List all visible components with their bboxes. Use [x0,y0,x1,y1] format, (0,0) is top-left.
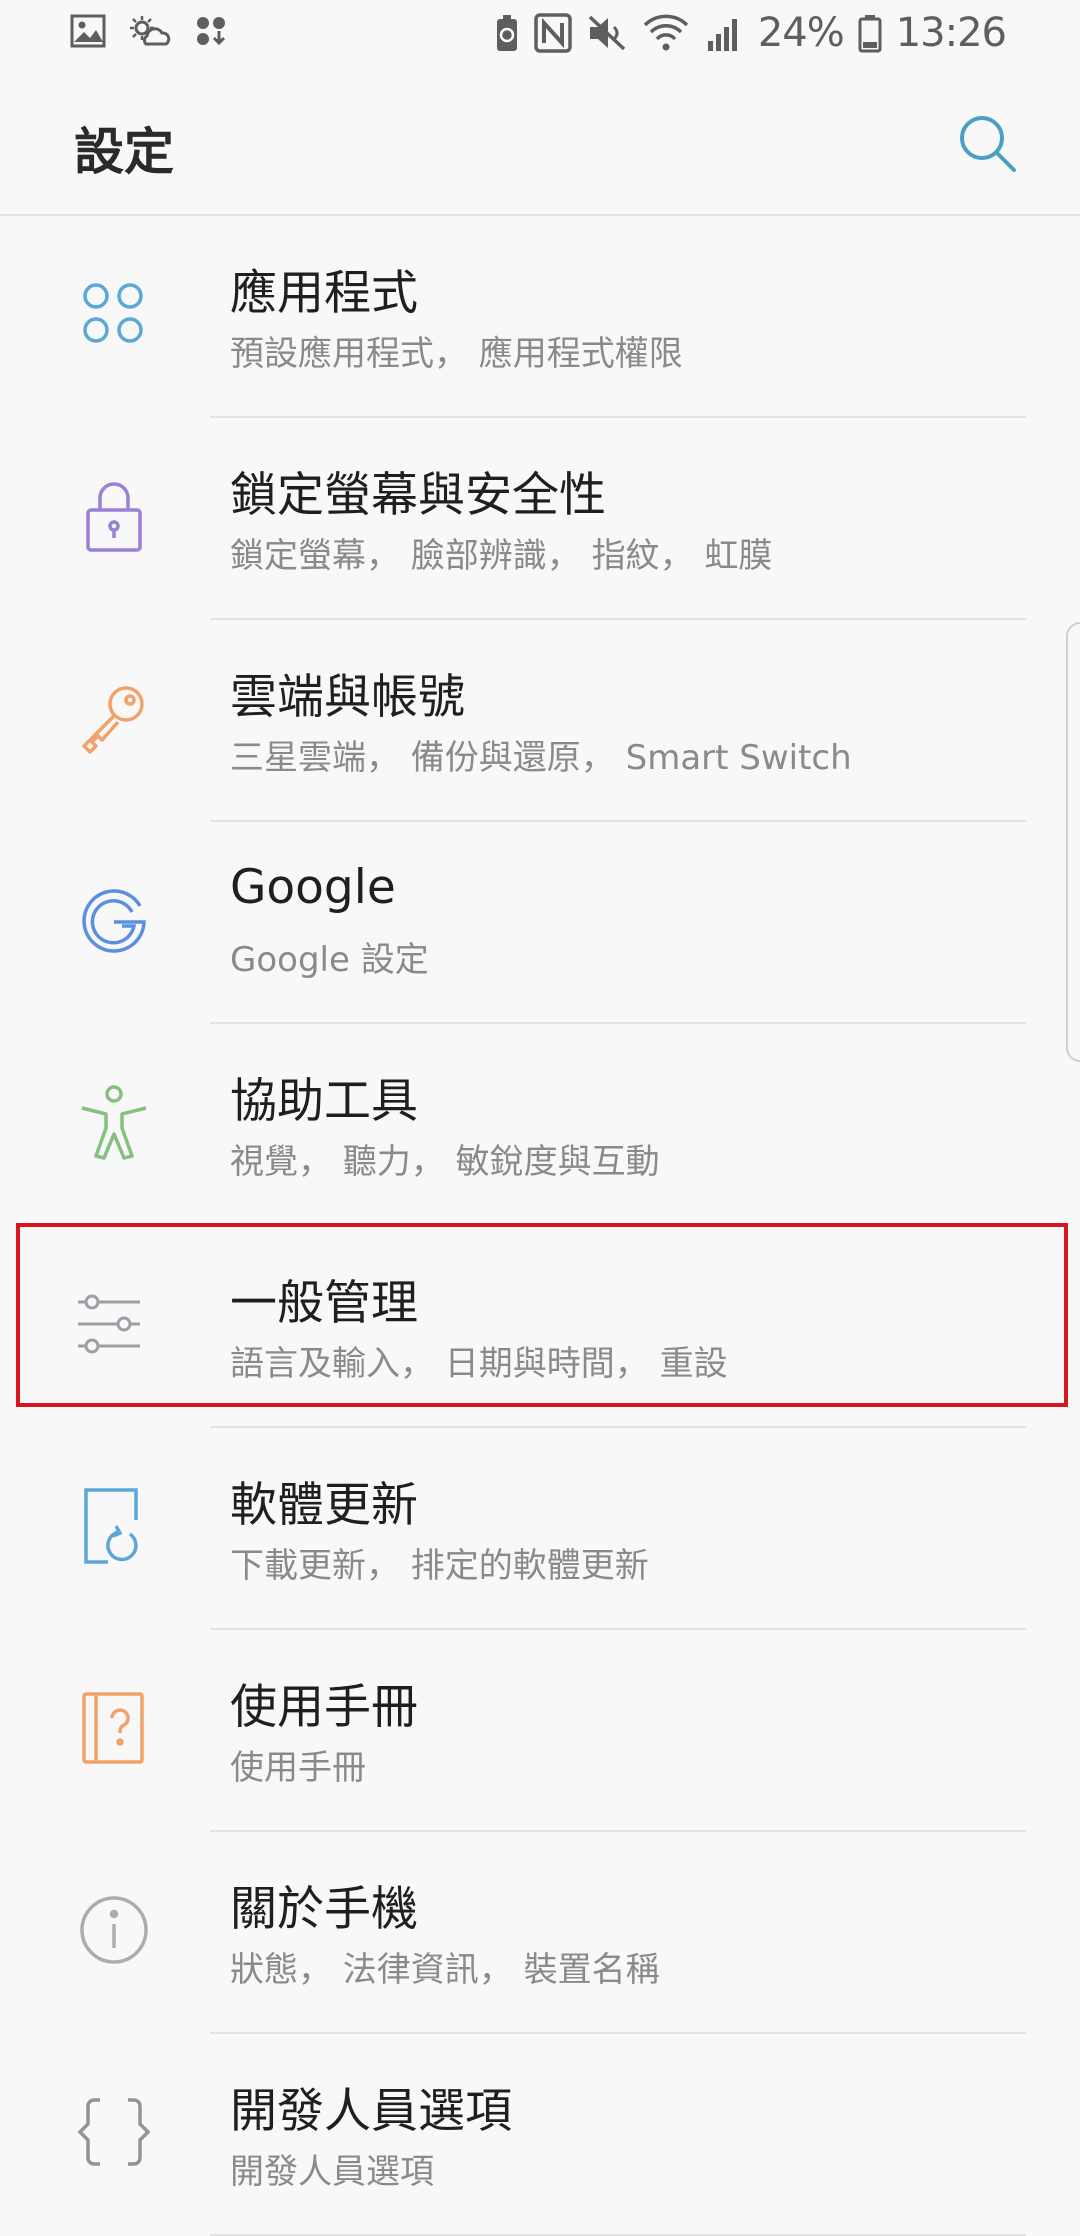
status-bar: 24% 13:26 [0,0,1080,72]
settings-item-title: 協助工具 [230,1074,418,1129]
info-icon [74,1890,154,1970]
settings-item-about-phone[interactable]: 關於手機 狀態， 法律資訊， 裝置名稱 [0,1832,1080,2034]
settings-item-title: 使用手冊 [230,1680,418,1735]
key-icon [74,678,154,758]
apps-icon [74,274,154,354]
page-title: 設定 [74,123,174,181]
gallery-icon [70,14,106,48]
settings-item-google[interactable]: Google Google 設定 [0,822,1080,1024]
weather-icon [130,16,171,46]
settings-item-apps[interactable]: 應用程式 預設應用程式， 應用程式權限 [0,216,1080,418]
settings-item-subtitle: 視覺， 聽力， 敏銳度與互動 [230,1142,660,1182]
nfc-icon [534,13,572,53]
settings-item-subtitle: 預設應用程式， 應用程式權限 [230,334,683,374]
mute-icon [588,15,626,51]
settings-item-title: 開發人員選項 [230,2084,512,2139]
notification-icons [70,14,228,48]
settings-item-subtitle: 使用手冊 [230,1748,366,1788]
settings-item-title: 軟體更新 [230,1478,418,1533]
software-update-icon [74,1486,154,1566]
search-icon [960,116,1016,172]
settings-item-developer-options[interactable]: 開發人員選項 開發人員選項 [0,2034,1080,2236]
highlight-box [16,1223,1068,1407]
developer-braces-icon [74,2092,154,2172]
clock: 13:26 [895,10,1007,56]
signal-icon [707,19,737,51]
settings-item-subtitle: 下載更新， 排定的軟體更新 [230,1546,649,1586]
settings-item-lockscreen[interactable]: 鎖定螢幕與安全性 鎖定螢幕， 臉部辨識， 指紋， 虹膜 [0,418,1080,620]
battery-percent: 24% [757,10,845,56]
settings-item-subtitle: 鎖定螢幕， 臉部辨識， 指紋， 虹膜 [230,536,773,576]
accessibility-icon [74,1082,154,1162]
settings-item-subtitle: Google 設定 [230,940,429,980]
settings-item-subtitle: 三星雲端， 備份與還原， Smart Switch [230,738,852,778]
user-manual-icon [74,1688,154,1768]
settings-item-subtitle: 開發人員選項 [230,2152,434,2192]
app-download-icon [197,17,226,46]
settings-item-title: 鎖定螢幕與安全性 [230,468,606,523]
settings-item-title: 雲端與帳號 [230,670,465,725]
settings-item-software-update[interactable]: 軟體更新 下載更新， 排定的軟體更新 [0,1428,1080,1630]
wifi-icon [643,14,689,51]
settings-item-accessibility[interactable]: 協助工具 視覺， 聽力， 敏銳度與互動 [0,1024,1080,1226]
search-button[interactable] [952,108,1022,178]
settings-item-user-manual[interactable]: 使用手冊 使用手冊 [0,1630,1080,1832]
settings-item-title: 關於手機 [230,1882,418,1937]
settings-item-subtitle: 狀態， 法律資訊， 裝置名稱 [230,1950,660,1990]
edge-panel-handle[interactable] [1066,622,1080,1062]
battery-icon [858,15,882,53]
settings-item-cloud-accounts[interactable]: 雲端與帳號 三星雲端， 備份與還原， Smart Switch [0,620,1080,822]
google-icon [74,880,154,960]
settings-item-title: Google [230,860,396,915]
battery-saver-icon [496,15,517,51]
system-status-icons: 24% 13:26 [494,10,1007,56]
app-bar: 設定 [0,72,1080,216]
settings-item-title: 應用程式 [230,266,418,321]
lock-icon [74,476,154,556]
